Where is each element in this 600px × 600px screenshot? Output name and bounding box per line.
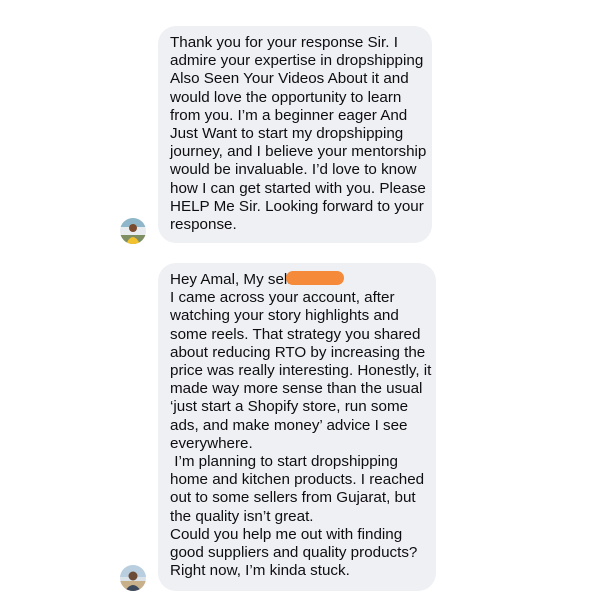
message-line: Could you help me out with finding: [170, 525, 403, 543]
message-line: ‘just start a Shopify store, run some: [170, 398, 409, 416]
message-line: made way more sense than the usual: [170, 380, 423, 398]
message-bubble[interactable]: Thank you for your response Sir. I admir…: [158, 26, 432, 243]
message-line: would love the opportunity to learn: [170, 88, 402, 106]
message-line: I’m planning to start dropshipping: [170, 453, 398, 471]
message-line: Thank you for your response Sir. I: [170, 34, 398, 51]
message-line: response.: [170, 216, 237, 234]
message-line: Right now, I’m kinda stuck.: [170, 562, 350, 580]
redaction-mark: [286, 271, 344, 285]
message-line: I came across your account, after: [170, 289, 395, 307]
message-line: home and kitchen products. I reached: [170, 471, 425, 489]
message-line: price was really interesting. Honestly, …: [170, 362, 432, 380]
sender-avatar[interactable]: [120, 218, 146, 244]
avatar-photo-icon: [120, 565, 146, 591]
message-line: how I can get started with you. Please: [170, 179, 426, 197]
message-line: ads, and make money’ advice I see: [170, 416, 408, 434]
avatar-photo-icon: [120, 218, 146, 244]
message-line: HELP Me Sir. Looking forward to your: [170, 197, 424, 215]
message-line: from you. I’m a beginner eager And: [170, 106, 408, 124]
message-line: everywhere.: [170, 434, 253, 452]
message-line: Just Want to start my dropshipping: [170, 125, 404, 143]
sender-avatar[interactable]: [120, 565, 146, 591]
message-line: out to some sellers from Gujarat, but: [170, 489, 416, 507]
message-line: admire your expertise in dropshipping: [170, 52, 424, 70]
message-line: the quality isn’t great.: [170, 507, 314, 525]
message-line: watching your story highlights and: [170, 307, 399, 325]
message-line: some reels. That strategy you shared: [170, 325, 421, 343]
message-line: Also Seen Your Videos About it and: [170, 70, 409, 88]
message-bubble[interactable]: Hey Amal, My self I came across your acc…: [158, 263, 436, 591]
message-line: journey, and I believe your mentorship: [170, 143, 427, 161]
message-line: about reducing RTO by increasing the: [170, 343, 426, 361]
message-line: good suppliers and quality products?: [170, 544, 418, 562]
message-line: would be invaluable. I’d love to know: [170, 161, 417, 179]
